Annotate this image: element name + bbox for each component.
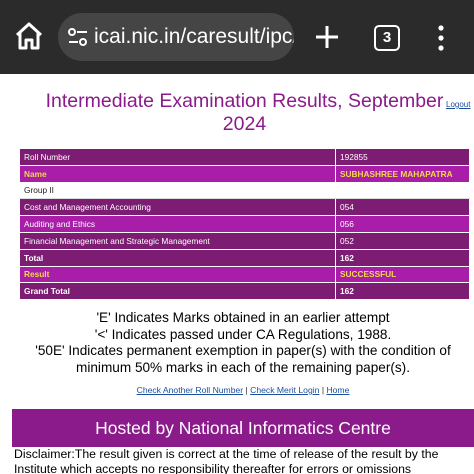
note-e: 'E' Indicates Marks obtained in an earli… — [96, 310, 390, 325]
row-value: 054 — [335, 198, 470, 217]
home-icon[interactable] — [12, 19, 46, 53]
row-label: Roll Number — [19, 148, 336, 166]
table-row: Group II — [19, 181, 470, 200]
row-value: 162 — [335, 248, 470, 267]
url-text[interactable]: icai.nic.in/caresult/ipcA — [94, 25, 294, 49]
row-label: Total — [19, 248, 336, 267]
tab-switcher-button[interactable]: 3 — [374, 25, 400, 51]
legend-notes: 'E' Indicates Marks obtained in an earli… — [12, 310, 474, 376]
site-settings-icon[interactable] — [66, 25, 90, 49]
table-row: Result SUCCESSFUL — [19, 265, 470, 284]
row-label: Grand Total — [19, 282, 336, 301]
results-table: Roll Number 192855 Name SUBHASHREE MAHAP… — [19, 148, 470, 301]
table-row: Name SUBHASHREE MAHAPATRA — [19, 164, 470, 183]
table-row: Total 162 — [19, 248, 470, 267]
hosted-by-text: Hosted by National Informatics Centre — [95, 418, 391, 438]
footer-banner: Hosted by National Informatics Centre — [12, 409, 474, 447]
row-label: Cost and Management Accounting — [19, 198, 336, 217]
more-menu-icon[interactable] — [436, 24, 446, 52]
table-row: Cost and Management Accounting 054 — [19, 198, 470, 217]
row-label: Financial Management and Strategic Manag… — [19, 231, 336, 250]
nav-links: Check Another Roll Number | Check Merit … — [12, 385, 474, 395]
link-separator: | — [245, 385, 248, 395]
logout-link[interactable]: Logout — [446, 100, 470, 109]
row-label: Group II — [19, 181, 336, 200]
browser-toolbar: icai.nic.in/caresult/ipcA 3 — [0, 0, 474, 74]
note-50e: '50E' Indicates permanent exemption in p… — [35, 343, 451, 375]
row-value: 056 — [335, 215, 470, 233]
check-another-roll-link[interactable]: Check Another Roll Number — [137, 385, 244, 395]
new-tab-icon[interactable] — [312, 22, 342, 52]
row-label: Result — [19, 265, 336, 284]
row-value: SUBHASHREE MAHAPATRA — [335, 164, 470, 183]
row-value: 192855 — [335, 148, 470, 166]
disclaimer-text: Disclaimer:The result given is correct a… — [14, 447, 439, 474]
row-value — [335, 181, 470, 200]
row-label: Auditing and Ethics — [19, 215, 336, 233]
row-value: 052 — [335, 231, 470, 250]
table-row: Financial Management and Strategic Manag… — [19, 231, 470, 250]
address-bar[interactable]: icai.nic.in/caresult/ipcA — [58, 13, 294, 61]
row-label: Name — [19, 164, 336, 183]
note-less-than: '<' Indicates passed under CA Regulation… — [94, 326, 392, 342]
table-row: Roll Number 192855 — [19, 148, 470, 166]
table-row: Grand Total 162 — [19, 282, 470, 301]
row-value: SUCCESSFUL — [335, 265, 470, 284]
link-separator: | — [321, 385, 325, 395]
row-value: 162 — [335, 282, 470, 301]
result-page: Intermediate Examination Results, Septem… — [12, 74, 474, 474]
home-link[interactable]: Home — [326, 385, 349, 395]
page-title: Intermediate Examination Results, Septem… — [45, 90, 444, 135]
table-row: Auditing and Ethics 056 — [19, 215, 470, 233]
check-merit-login-link[interactable]: Check Merit Login — [250, 385, 319, 395]
